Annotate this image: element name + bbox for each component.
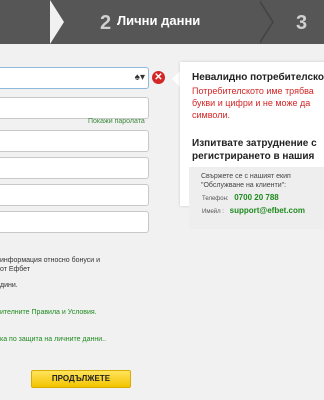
confirm-password-field[interactable] <box>0 130 149 152</box>
contact-box: Свържете се с нашият екип "Обслужване на… <box>189 167 324 229</box>
trouble-title-1: Изпитвате затруднение с <box>192 138 317 149</box>
email-row: Имейл : support@efbet.com <box>202 206 305 215</box>
privacy-link[interactable]: ка по защита на личните данни.. <box>0 336 106 343</box>
step-2-title: Лични данни <box>117 13 201 28</box>
age-confirmation-text[interactable]: дини. <box>0 282 18 289</box>
bonus-info-text-1: информация относно бонуси и <box>0 257 101 264</box>
terms-link[interactable]: ителните Правила и Условия. <box>0 309 97 316</box>
step-1-separator <box>50 0 64 44</box>
error-line-2: букви и цифри и не може да <box>192 98 311 108</box>
phone-row: Телефон: 0700 20 788 <box>202 193 279 202</box>
email-value[interactable]: support@efbet.com <box>230 206 305 215</box>
error-line-1: Потребителското име трябва <box>192 86 314 96</box>
error-message: Потребителското име трябва букви и цифри… <box>192 85 314 121</box>
bonus-info-text-2: от Ефбет <box>0 266 31 273</box>
phone-label: Телефон: <box>202 196 229 202</box>
bonus-info-consent[interactable]: информация относно бонуси и от Ефбет <box>0 256 100 274</box>
contact-lead-1: Свържете се с нашият екип <box>201 173 291 180</box>
birthdate-field[interactable] <box>0 211 149 233</box>
phone-field[interactable] <box>0 184 149 206</box>
step-3-number: 3 <box>296 12 308 34</box>
registration-steps-bar: 2 Лични данни 3 <box>0 0 324 44</box>
phone-value[interactable]: 0700 20 788 <box>234 193 279 202</box>
username-field[interactable]: ♠▾ <box>0 67 149 89</box>
panel-pointer <box>172 71 180 87</box>
user-dropdown-icon[interactable]: ♠▾ <box>135 72 145 83</box>
step-2-number: 2 <box>100 12 112 34</box>
error-icon: ✕ <box>152 71 165 84</box>
step-2-arrow-inner <box>258 0 272 44</box>
contact-lead-2: "Обслужване на клиенти": <box>201 182 287 189</box>
show-password-link[interactable]: Покажи паролата <box>88 118 145 125</box>
contact-lead: Свържете се с нашият екип "Обслужване на… <box>201 172 291 190</box>
trouble-title-2: регистрирането в нашия <box>192 151 315 162</box>
email-field[interactable] <box>0 157 149 179</box>
error-line-3: символи. <box>192 110 230 120</box>
password-field[interactable] <box>0 97 149 119</box>
continue-button[interactable]: ПРОДЪЛЖЕТЕ <box>31 370 131 388</box>
error-title: Невалидно потребителско <box>192 72 324 83</box>
email-label: Имейл : <box>202 209 224 215</box>
